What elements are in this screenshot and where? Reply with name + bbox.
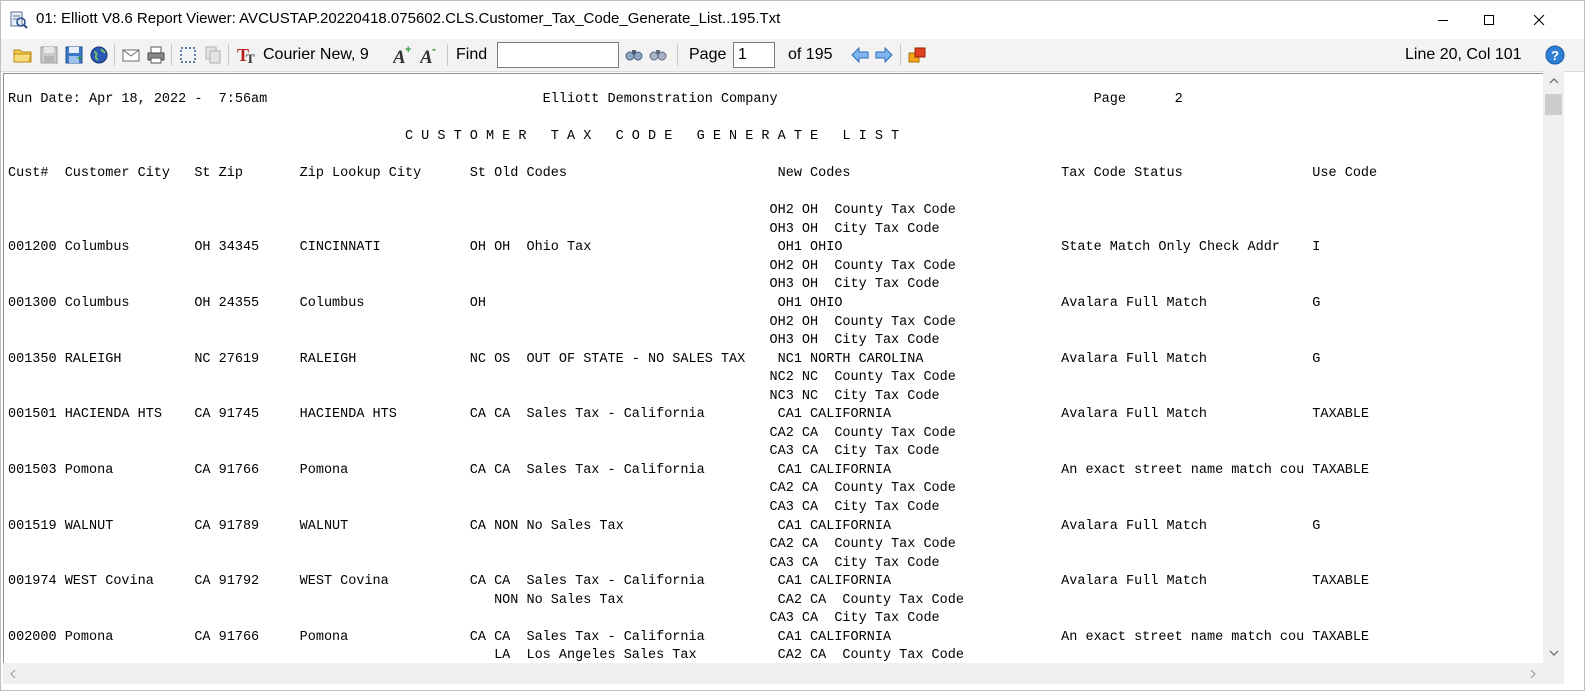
toolbar-separator — [171, 44, 172, 66]
font-selector[interactable]: Courier New, 9 — [263, 46, 369, 64]
report-line: OH3 OH City Tax Code — [8, 277, 940, 293]
open-folder-icon[interactable] — [13, 45, 33, 65]
print-icon[interactable] — [146, 45, 166, 65]
scroll-down-button[interactable] — [1543, 643, 1564, 663]
toolbar: TT Courier New, 9 A+ A- Find Page of 195 — [1, 39, 1584, 72]
globe-icon[interactable] — [89, 45, 109, 65]
decrease-font-icon[interactable]: A- — [419, 42, 440, 68]
report-line: 002000 Pomona CA 91766 Pomona CA CA Sale… — [8, 629, 1370, 645]
window-title: 01: Elliott V8.6 Report Viewer: AVCUSTAP… — [36, 10, 781, 27]
email-icon[interactable] — [121, 45, 141, 65]
chevron-up-icon — [1549, 78, 1558, 84]
report-line: CA2 CA County Tax Code — [8, 425, 956, 441]
report-line: 001300 Columbus OH 24355 Columbus OH OH1… — [8, 296, 1321, 312]
report-line: C U S T O M E R T A X C O D E G E N E R … — [8, 129, 900, 145]
find-previous-icon[interactable] — [648, 45, 668, 65]
report-viewer-window: 01: Elliott V8.6 Report Viewer: AVCUSTAP… — [0, 0, 1585, 691]
report-line: Cust# Customer City St Zip Zip Lookup Ci… — [8, 166, 1378, 182]
report-line: 001501 HACIENDA HTS CA 91745 HACIENDA HT… — [8, 407, 1370, 423]
report-line: LA Los Angeles Sales Tax CA2 CA County T… — [8, 648, 964, 663]
svg-text:+: + — [405, 45, 411, 56]
report-viewer-icon — [10, 11, 28, 29]
report-line: 001519 WALNUT CA 91789 WALNUT CA NON No … — [8, 518, 1321, 534]
report-line: OH3 OH City Tax Code — [8, 221, 940, 237]
find-input[interactable] — [497, 42, 619, 68]
report-line: CA3 CA City Tax Code — [8, 555, 940, 571]
report-line: 001974 WEST Covina CA 91792 WEST Covina … — [8, 574, 1370, 590]
report-line: NON No Sales Tax CA2 CA County Tax Code — [8, 592, 964, 608]
scroll-up-button[interactable] — [1543, 71, 1564, 91]
report-line: CA3 CA City Tax Code — [8, 444, 940, 460]
report-line: CA2 CA County Tax Code — [8, 537, 956, 553]
toolbar-separator — [677, 44, 678, 66]
chevron-left-icon — [10, 669, 16, 678]
toolbar-separator — [447, 44, 448, 66]
minimize-icon — [1438, 20, 1448, 21]
increase-font-icon[interactable]: A + — [392, 44, 413, 68]
save-as-icon[interactable] — [64, 45, 84, 65]
font-icon[interactable]: TT — [237, 45, 257, 66]
help-icon[interactable]: ? — [1545, 45, 1565, 65]
page-number-input[interactable] — [733, 42, 775, 68]
toolbar-separator — [114, 44, 115, 66]
total-pages: of 195 — [788, 46, 833, 63]
report-line: OH2 OH County Tax Code — [8, 203, 956, 219]
cursor-position-status: Line 20, Col 101 — [1405, 46, 1522, 63]
svg-text:-: - — [432, 45, 436, 56]
report-line: NC2 NC County Tax Code — [8, 370, 956, 386]
report-line: OH2 OH County Tax Code — [8, 314, 956, 330]
chevron-right-icon — [1530, 669, 1536, 678]
select-all-icon[interactable] — [178, 45, 198, 65]
svg-text:A: A — [393, 47, 406, 65]
report-line: 001503 Pomona CA 91766 Pomona CA CA Sale… — [8, 462, 1370, 478]
svg-text:?: ? — [1551, 48, 1559, 63]
save-disabled-icon[interactable] — [39, 45, 59, 65]
scrollbar-corner — [1543, 663, 1564, 684]
report-line: CA3 CA City Tax Code — [8, 611, 940, 627]
report-line: OH3 OH City Tax Code — [8, 333, 940, 349]
title-bar[interactable]: 01: Elliott V8.6 Report Viewer: AVCUSTAP… — [1, 1, 1584, 39]
minimize-button[interactable] — [1418, 1, 1468, 39]
vertical-scroll-thumb[interactable] — [1545, 94, 1562, 115]
horizontal-scrollbar[interactable] — [3, 663, 1543, 684]
report-line: 001200 Columbus OH 34345 CINCINNATI OH O… — [8, 240, 1321, 256]
vertical-scrollbar[interactable] — [1543, 71, 1564, 663]
svg-text:A: A — [420, 47, 433, 65]
report-line: CA3 CA City Tax Code — [8, 500, 940, 516]
previous-page-icon[interactable] — [850, 45, 870, 65]
page-label: Page — [689, 46, 727, 63]
scroll-right-button[interactable] — [1523, 663, 1543, 684]
copy-disabled-icon[interactable] — [203, 45, 223, 65]
next-page-icon[interactable] — [874, 45, 894, 65]
find-label: Find — [456, 46, 488, 63]
svg-text:T: T — [246, 51, 255, 65]
export-icon[interactable] — [907, 45, 927, 65]
toolbar-separator — [228, 44, 229, 66]
report-content-area[interactable]: Run Date: Apr 18, 2022 - 7:56am Elliott … — [3, 73, 1543, 663]
toolbar-separator — [900, 44, 901, 66]
maximize-icon — [1484, 15, 1494, 25]
close-button[interactable] — [1514, 1, 1564, 39]
close-icon — [1533, 14, 1545, 26]
report-line: OH2 OH County Tax Code — [8, 258, 956, 274]
report-line: Run Date: Apr 18, 2022 - 7:56am Elliott … — [8, 92, 1183, 107]
find-next-icon[interactable] — [624, 45, 644, 65]
maximize-button[interactable] — [1464, 1, 1514, 39]
chevron-down-icon — [1549, 650, 1558, 656]
scroll-left-button[interactable] — [3, 663, 23, 684]
report-line: CA2 CA County Tax Code — [8, 481, 956, 497]
report-text: Run Date: Apr 18, 2022 - 7:56am Elliott … — [8, 91, 1377, 663]
report-line: 001350 RALEIGH NC 27619 RALEIGH NC OS OU… — [8, 351, 1321, 367]
report-line: NC3 NC City Tax Code — [8, 388, 940, 404]
